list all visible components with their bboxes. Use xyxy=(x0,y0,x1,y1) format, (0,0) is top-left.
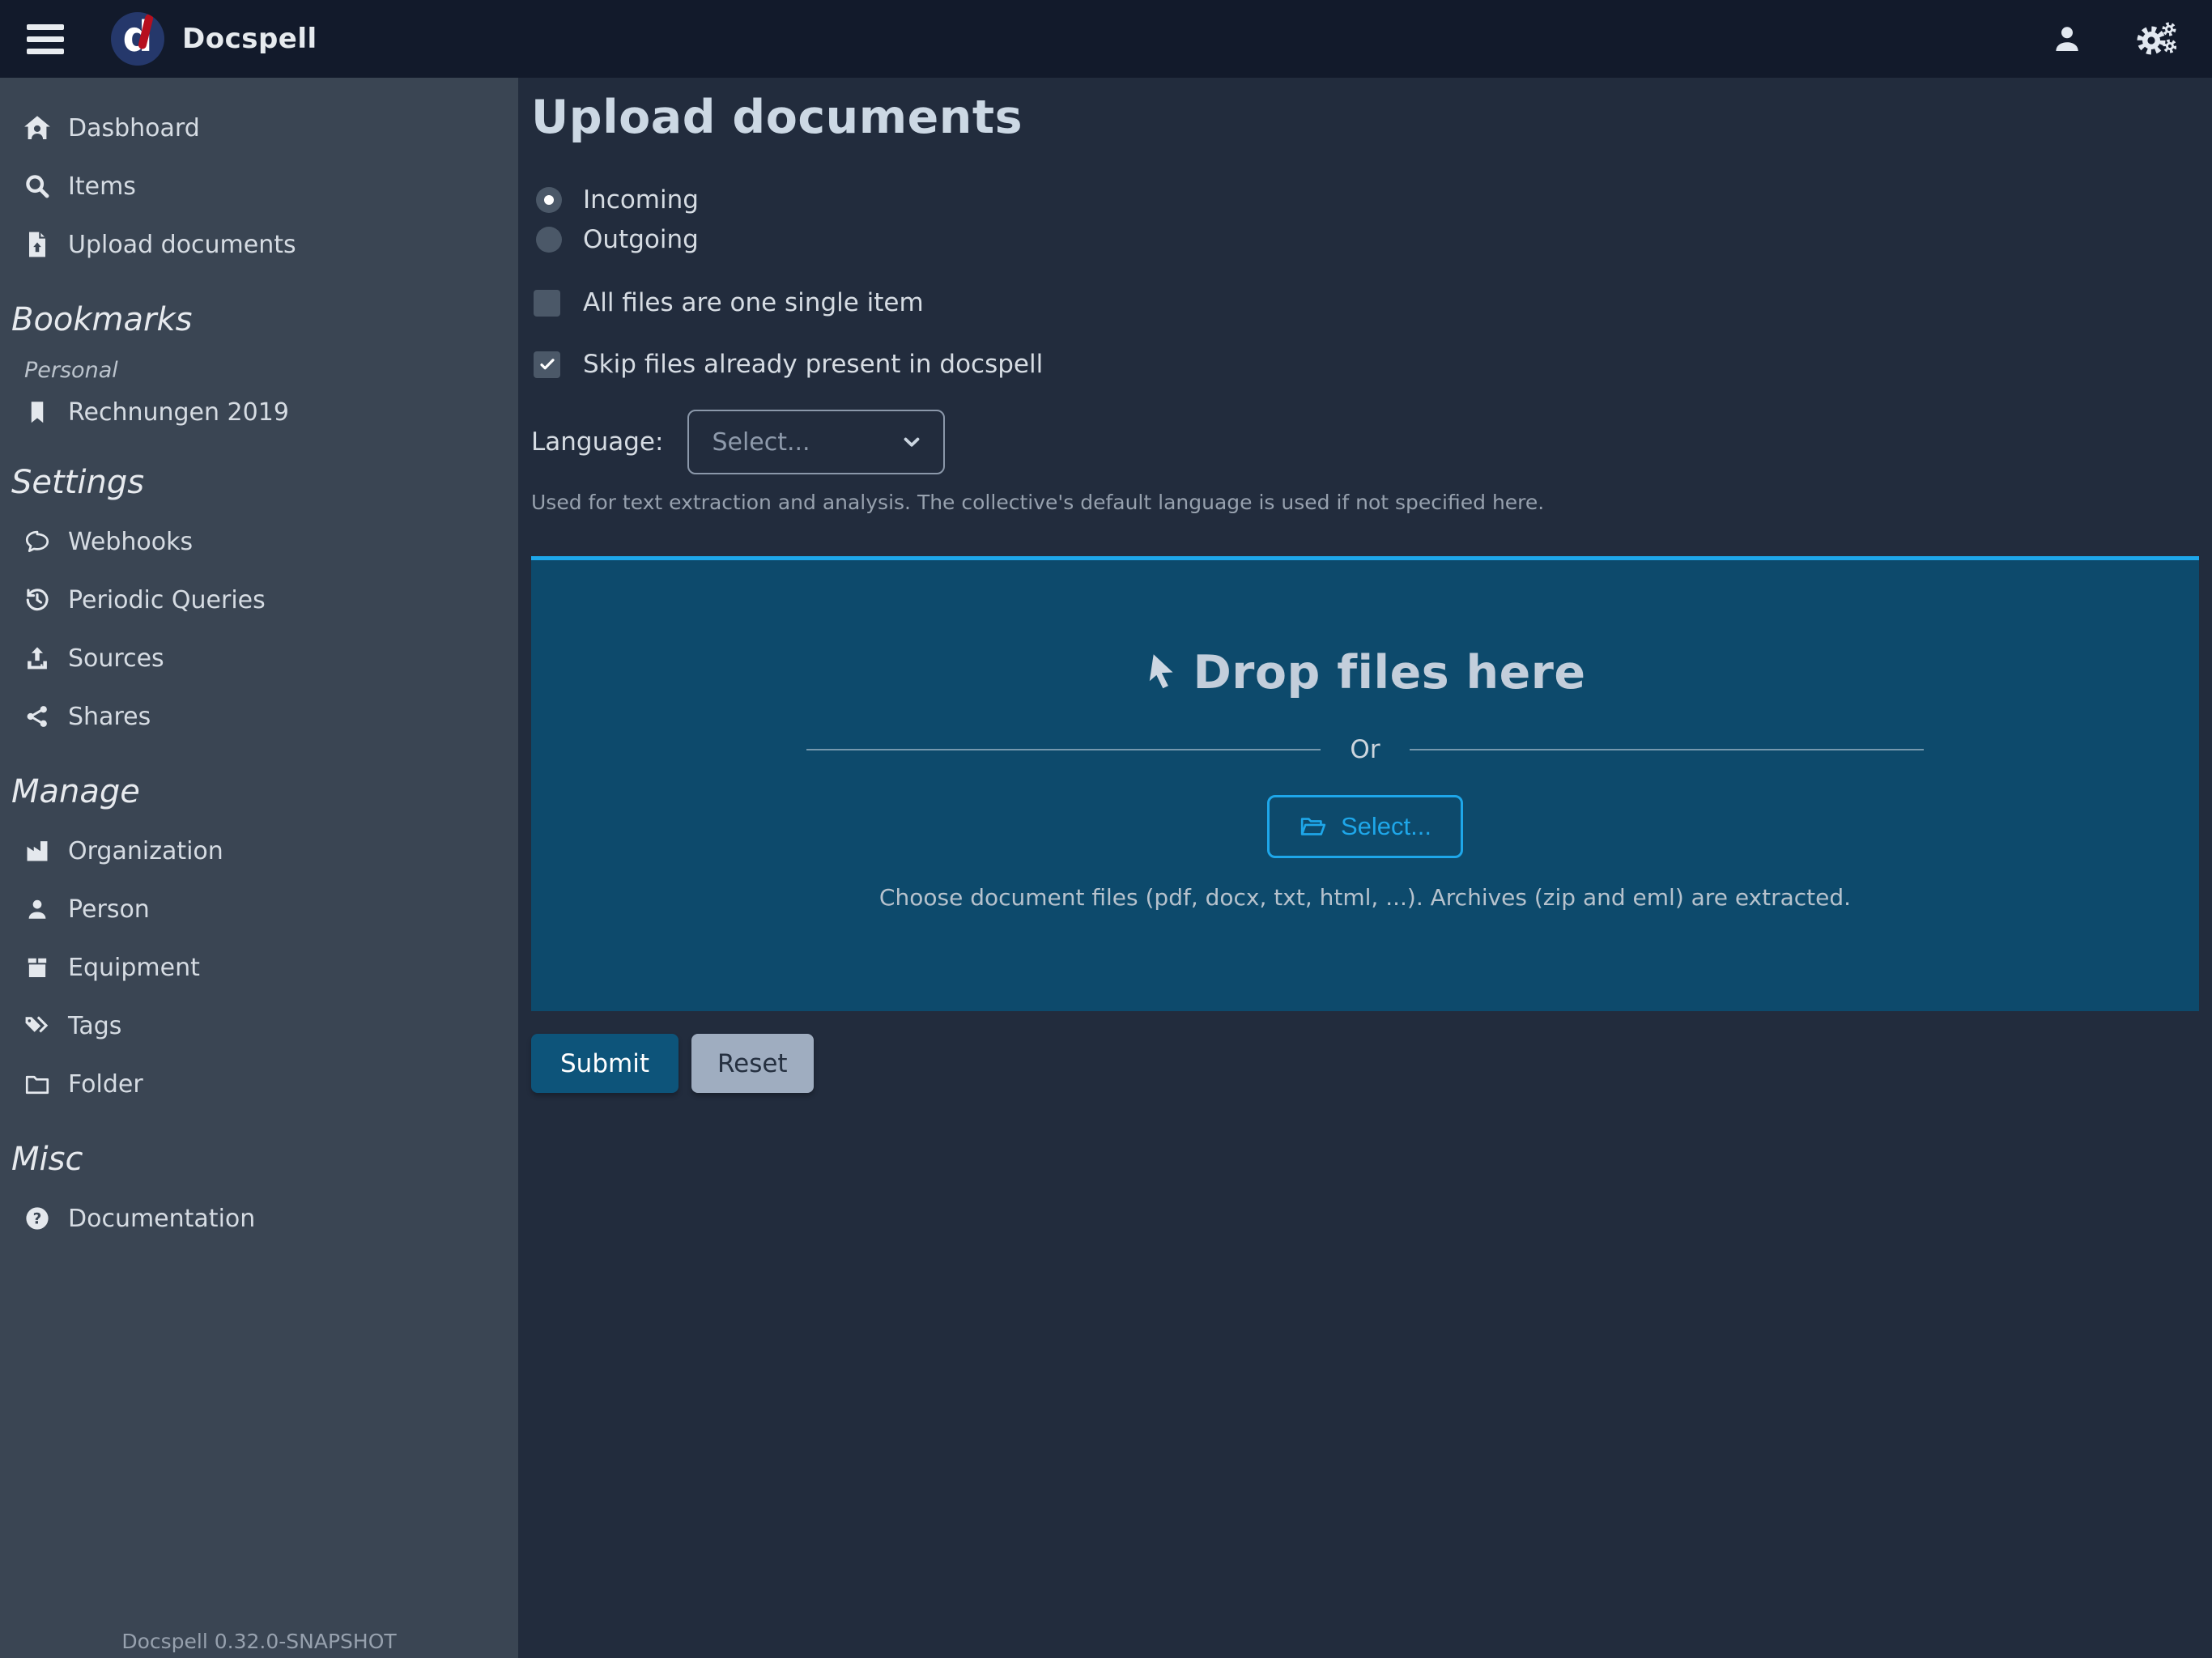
sidebar-item-label: Upload documents xyxy=(68,231,296,259)
options-group: All files are one single item Skip files… xyxy=(531,288,2199,379)
upload-icon xyxy=(21,644,53,672)
radio-incoming[interactable]: Incoming xyxy=(531,180,2199,219)
sidebar-item-label: Equipment xyxy=(68,954,200,982)
checkbox-skip-files-control[interactable] xyxy=(534,351,560,378)
box-icon xyxy=(21,954,53,981)
sidebar-item-tags[interactable]: Tags xyxy=(0,997,518,1055)
sidebar-item-label: Periodic Queries xyxy=(68,586,266,614)
svg-text:?: ? xyxy=(33,1211,42,1228)
sidebar-item-equipment[interactable]: Equipment xyxy=(0,938,518,997)
sidebar-item-label: Tags xyxy=(68,1012,121,1040)
house-user-icon xyxy=(21,113,53,142)
sidebar-item-folder[interactable]: Folder xyxy=(0,1055,518,1113)
share-nodes-icon xyxy=(21,703,53,730)
sidebar-item-periodic-queries[interactable]: Periodic Queries xyxy=(0,571,518,629)
tags-icon xyxy=(21,1012,53,1039)
sidebar-item-label: Dasbhoard xyxy=(68,114,200,142)
chevron-down-icon xyxy=(900,430,924,454)
select-files-button[interactable]: Select... xyxy=(1267,795,1463,858)
language-select-value: Select... xyxy=(712,428,900,457)
sidebar-section-manage: Manage xyxy=(0,773,518,810)
sidebar-item-bookmark[interactable]: Rechnungen 2019 xyxy=(0,388,518,436)
direction-radio-group: Incoming Outgoing xyxy=(531,180,2199,259)
topbar: d Docspell xyxy=(0,0,2212,78)
radio-label: Incoming xyxy=(583,185,699,215)
radio-incoming-control[interactable] xyxy=(536,187,562,213)
sidebar-item-person[interactable]: Person xyxy=(0,880,518,938)
sidebar-item-upload-documents[interactable]: Upload documents xyxy=(0,215,518,274)
sidebar-item-label: Person xyxy=(68,895,150,924)
sidebar-item-sources[interactable]: Sources xyxy=(0,629,518,687)
sidebar-section-settings: Settings xyxy=(0,464,518,501)
radio-label: Outgoing xyxy=(583,225,699,254)
sidebar-item-label: Webhooks xyxy=(68,528,193,556)
language-select[interactable]: Select... xyxy=(687,410,945,474)
menu-icon[interactable] xyxy=(27,24,64,54)
checkbox-skip-files[interactable]: Skip files already present in docspell xyxy=(531,350,2199,379)
radio-outgoing[interactable]: Outgoing xyxy=(531,219,2199,259)
search-icon xyxy=(21,172,53,200)
file-upload-icon xyxy=(21,230,53,259)
sidebar-section-bookmarks: Bookmarks xyxy=(0,301,518,338)
sidebar-item-documentation[interactable]: ? Documentation xyxy=(0,1189,518,1248)
dropzone-title-row: Drop files here xyxy=(1144,646,1585,699)
form-actions: Submit Reset xyxy=(531,1034,2199,1093)
main-content: Upload documents Incoming Outgoing All f… xyxy=(518,78,2212,1658)
app-title: Docspell xyxy=(182,23,317,55)
reset-button[interactable]: Reset xyxy=(691,1034,814,1093)
dropzone-hint: Choose document files (pdf, docx, txt, h… xyxy=(879,884,1851,911)
checkbox-label: All files are one single item xyxy=(583,288,924,317)
app-logo[interactable]: d xyxy=(111,12,164,66)
checkbox-single-item-control[interactable] xyxy=(534,290,560,317)
sidebar-item-shares[interactable]: Shares xyxy=(0,687,518,746)
sidebar-section-misc: Misc xyxy=(0,1141,518,1178)
question-circle-icon: ? xyxy=(21,1205,53,1232)
radio-outgoing-control[interactable] xyxy=(536,227,562,253)
sidebar-item-label: Documentation xyxy=(68,1205,255,1233)
sidebar-item-items[interactable]: Items xyxy=(0,157,518,215)
gears-icon[interactable] xyxy=(2134,19,2176,58)
checkbox-single-item[interactable]: All files are one single item xyxy=(531,288,2199,317)
sidebar: Dasbhoard Items Upload documents Bookmar… xyxy=(0,78,518,1658)
checkbox-label: Skip files already present in docspell xyxy=(583,350,1043,379)
industry-icon xyxy=(21,837,53,865)
language-row: Language: Select... xyxy=(531,410,2199,474)
sidebar-item-webhooks[interactable]: Webhooks xyxy=(0,512,518,571)
dropzone-divider: Or xyxy=(806,735,1924,764)
dropzone-title: Drop files here xyxy=(1193,646,1585,699)
file-dropzone[interactable]: Drop files here Or Select... Choose docu… xyxy=(531,556,2199,1011)
sidebar-item-label: Items xyxy=(68,172,136,201)
sidebar-item-dashboard[interactable]: Dasbhoard xyxy=(0,99,518,157)
dropzone-or-label: Or xyxy=(1321,735,1409,764)
folder-open-icon xyxy=(1299,813,1328,840)
comment-icon xyxy=(21,528,53,555)
language-help-text: Used for text extraction and analysis. T… xyxy=(531,491,2199,514)
sidebar-item-label: Folder xyxy=(68,1070,143,1099)
sidebar-item-label: Organization xyxy=(68,837,223,865)
bookmark-icon xyxy=(21,399,53,425)
sidebar-item-label: Shares xyxy=(68,703,151,731)
submit-button[interactable]: Submit xyxy=(531,1034,678,1093)
folder-icon xyxy=(21,1070,53,1098)
mouse-pointer-icon xyxy=(1144,652,1180,694)
language-label: Language: xyxy=(531,427,663,457)
page-title: Upload documents xyxy=(531,91,2199,144)
history-icon xyxy=(21,586,53,614)
select-files-label: Select... xyxy=(1341,812,1431,841)
sidebar-item-organization[interactable]: Organization xyxy=(0,822,518,880)
sidebar-item-label: Sources xyxy=(68,644,164,673)
person-icon xyxy=(21,895,53,923)
app-version: Docspell 0.32.0-SNAPSHOT xyxy=(0,1630,518,1653)
sidebar-subsection-personal: Personal xyxy=(0,358,518,383)
sidebar-item-label: Rechnungen 2019 xyxy=(68,398,289,427)
user-icon[interactable] xyxy=(2050,22,2084,56)
